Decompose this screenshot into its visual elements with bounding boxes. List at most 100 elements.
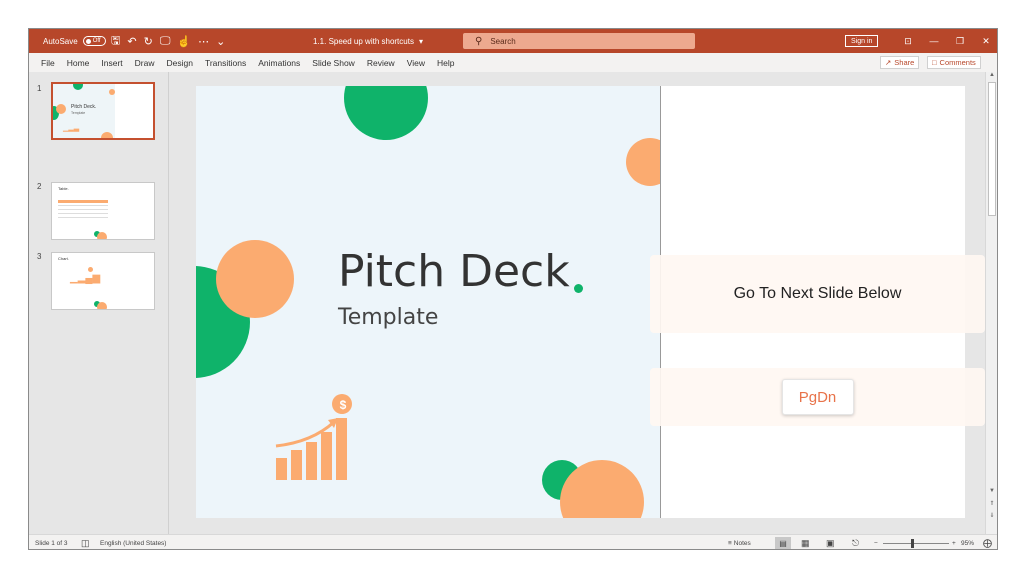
slide-editing-area: Pitch Deck Template $ Go To Next Slide B… [170, 72, 985, 534]
thumbnail-title: Table. [58, 186, 69, 191]
next-slide-icon[interactable]: ⇓ [986, 512, 997, 519]
tab-help[interactable]: Help [437, 58, 454, 68]
autosave-label: AutoSave [43, 36, 78, 46]
slide-show-icon[interactable]: ⎋ [852, 535, 859, 549]
orange-circle-shape [56, 104, 66, 114]
title-bar: AutoSave Off 🖫 ↶ ↻ 🖵 ☝ ⋯ ⌄ 1.1. Speed up… [29, 29, 997, 53]
search-icon: ⚲ [475, 35, 483, 47]
autosave-state: Off [92, 38, 101, 44]
table-row-shape [58, 213, 108, 214]
comments-button[interactable]: □ Comments [927, 56, 981, 69]
scroll-down-icon[interactable]: ▼ [986, 488, 997, 494]
scrollbar-thumb[interactable] [988, 82, 996, 216]
share-icon: ↗ [885, 58, 892, 67]
save-icon[interactable]: 🖫 [111, 32, 120, 51]
notes-label: Notes [733, 539, 751, 547]
title-dot-shape [574, 284, 583, 293]
zoom-out-button[interactable]: − [874, 535, 878, 549]
next-slide-instruction: Go To Next Slide Below [733, 285, 902, 302]
tab-animations[interactable]: Animations [258, 58, 300, 68]
zoom-slider-handle[interactable] [911, 539, 914, 548]
slide-thumbnail-3[interactable]: Chart. ▁▂▄▆ [51, 252, 155, 310]
accessibility-icon[interactable]: ◫ [81, 535, 90, 549]
table-header-shape [58, 200, 108, 203]
slide-thumbnail-pane: 1 Pitch Deck. Template ▁▂▃ 2 Table. 3 Ch… [29, 72, 169, 534]
growth-chart-icon: ▁▂▃ [63, 125, 80, 132]
share-label: Share [894, 58, 915, 67]
thumbnail-background [52, 183, 114, 239]
document-title[interactable]: 1.1. Speed up with shortcuts ▾ [313, 29, 423, 53]
previous-slide-icon[interactable]: ⇑ [986, 500, 997, 507]
tab-home[interactable]: Home [67, 58, 90, 68]
thumbnail-number: 1 [37, 84, 42, 93]
restore-icon[interactable]: ❐ [947, 36, 973, 47]
autosave-toggle[interactable]: Off [82, 36, 106, 46]
tab-slide-show[interactable]: Slide Show [312, 58, 355, 68]
pgdn-key-badge: PgDn [781, 379, 854, 415]
tab-transitions[interactable]: Transitions [205, 58, 246, 68]
minimize-icon[interactable]: — [921, 36, 947, 46]
table-row-shape [58, 217, 108, 218]
language-status[interactable]: English (United States) [100, 535, 166, 549]
zoom-slider-track[interactable] [883, 543, 949, 544]
thumbnail-subtitle: Template [71, 111, 86, 115]
normal-view-icon[interactable]: ▤ [775, 537, 791, 549]
thumbnail-title: Chart. [58, 256, 69, 261]
present-icon[interactable]: 🖵 [160, 35, 171, 48]
slide-title[interactable]: Pitch Deck [338, 246, 570, 297]
tab-review[interactable]: Review [367, 58, 395, 68]
slide-canvas[interactable]: Pitch Deck Template $ [196, 86, 660, 518]
coin-symbol: $ [339, 398, 347, 412]
orange-circle-shape [109, 89, 115, 95]
window-controls: ⊡ — ❐ ✕ [895, 29, 997, 53]
chevron-down-icon: ▾ [418, 36, 423, 46]
fit-slide-icon[interactable]: ⨁ [983, 535, 992, 549]
ribbon-tabs: File Home Insert Draw Design Transitions… [29, 53, 997, 72]
comments-label: Comments [939, 58, 976, 67]
toggle-knob-icon [85, 38, 91, 44]
customize-toolbar-icon[interactable]: ⌄ [216, 35, 225, 48]
comment-icon: □ [932, 58, 937, 67]
search-placeholder: Search [490, 36, 516, 46]
tab-draw[interactable]: Draw [135, 58, 155, 68]
autosave[interactable]: AutoSave Off [43, 29, 106, 53]
vertical-scrollbar[interactable]: ▲ ▼ ⇑ ⇓ [985, 72, 997, 534]
powerpoint-window: AutoSave Off 🖫 ↶ ↻ 🖵 ☝ ⋯ ⌄ 1.1. Speed up… [28, 28, 998, 550]
growth-chart-icon: ▁▂▄▆ [70, 273, 101, 284]
slide-counter: Slide 1 of 3 [35, 539, 68, 547]
redo-icon[interactable]: ↻ [144, 35, 153, 48]
share-button[interactable]: ↗ Share [880, 56, 920, 69]
tab-view[interactable]: View [407, 58, 425, 68]
slide-thumbnail-1[interactable]: Pitch Deck. Template ▁▂▃ [51, 82, 155, 140]
orange-circle-shape [97, 232, 107, 239]
orange-circle-shape [216, 240, 294, 318]
quick-access-toolbar: 🖫 ↶ ↻ 🖵 ☝ ⋯ ⌄ [111, 29, 225, 53]
search-box[interactable]: ⚲ Search [463, 33, 695, 49]
touch-mode-icon[interactable]: ☝ [177, 35, 191, 48]
table-row-shape [58, 209, 108, 210]
next-slide-callout: Go To Next Slide Below [650, 255, 985, 333]
thumbnail-number: 3 [37, 252, 42, 261]
undo-icon[interactable]: ↶ [127, 35, 136, 48]
thumbnail-title: Pitch Deck. [71, 104, 97, 110]
close-icon[interactable]: ✕ [973, 36, 997, 47]
green-circle-shape [344, 86, 428, 140]
reading-view-icon[interactable]: ▣ [826, 535, 835, 549]
tab-file[interactable]: File [41, 58, 55, 68]
sign-in-button[interactable]: Sign in [845, 35, 879, 47]
coin-icon [88, 267, 93, 272]
orange-circle-shape [97, 302, 107, 309]
tab-design[interactable]: Design [167, 58, 193, 68]
slide-sorter-icon[interactable]: ▦ [801, 535, 810, 549]
zoom-level[interactable]: 95% [961, 535, 974, 549]
zoom-in-button[interactable]: + [952, 535, 956, 549]
tab-insert[interactable]: Insert [101, 58, 122, 68]
notes-button[interactable]: ≡ Notes [728, 535, 751, 549]
slide-subtitle[interactable]: Template [338, 305, 438, 330]
orange-circle-shape [101, 132, 113, 138]
more-commands-icon[interactable]: ⋯ [198, 35, 209, 48]
scroll-up-icon[interactable]: ▲ [986, 72, 997, 78]
status-bar: Slide 1 of 3 ◫ English (United States) ≡… [29, 534, 997, 549]
slide-thumbnail-2[interactable]: Table. [51, 182, 155, 240]
ribbon-display-icon[interactable]: ⊡ [895, 36, 921, 47]
